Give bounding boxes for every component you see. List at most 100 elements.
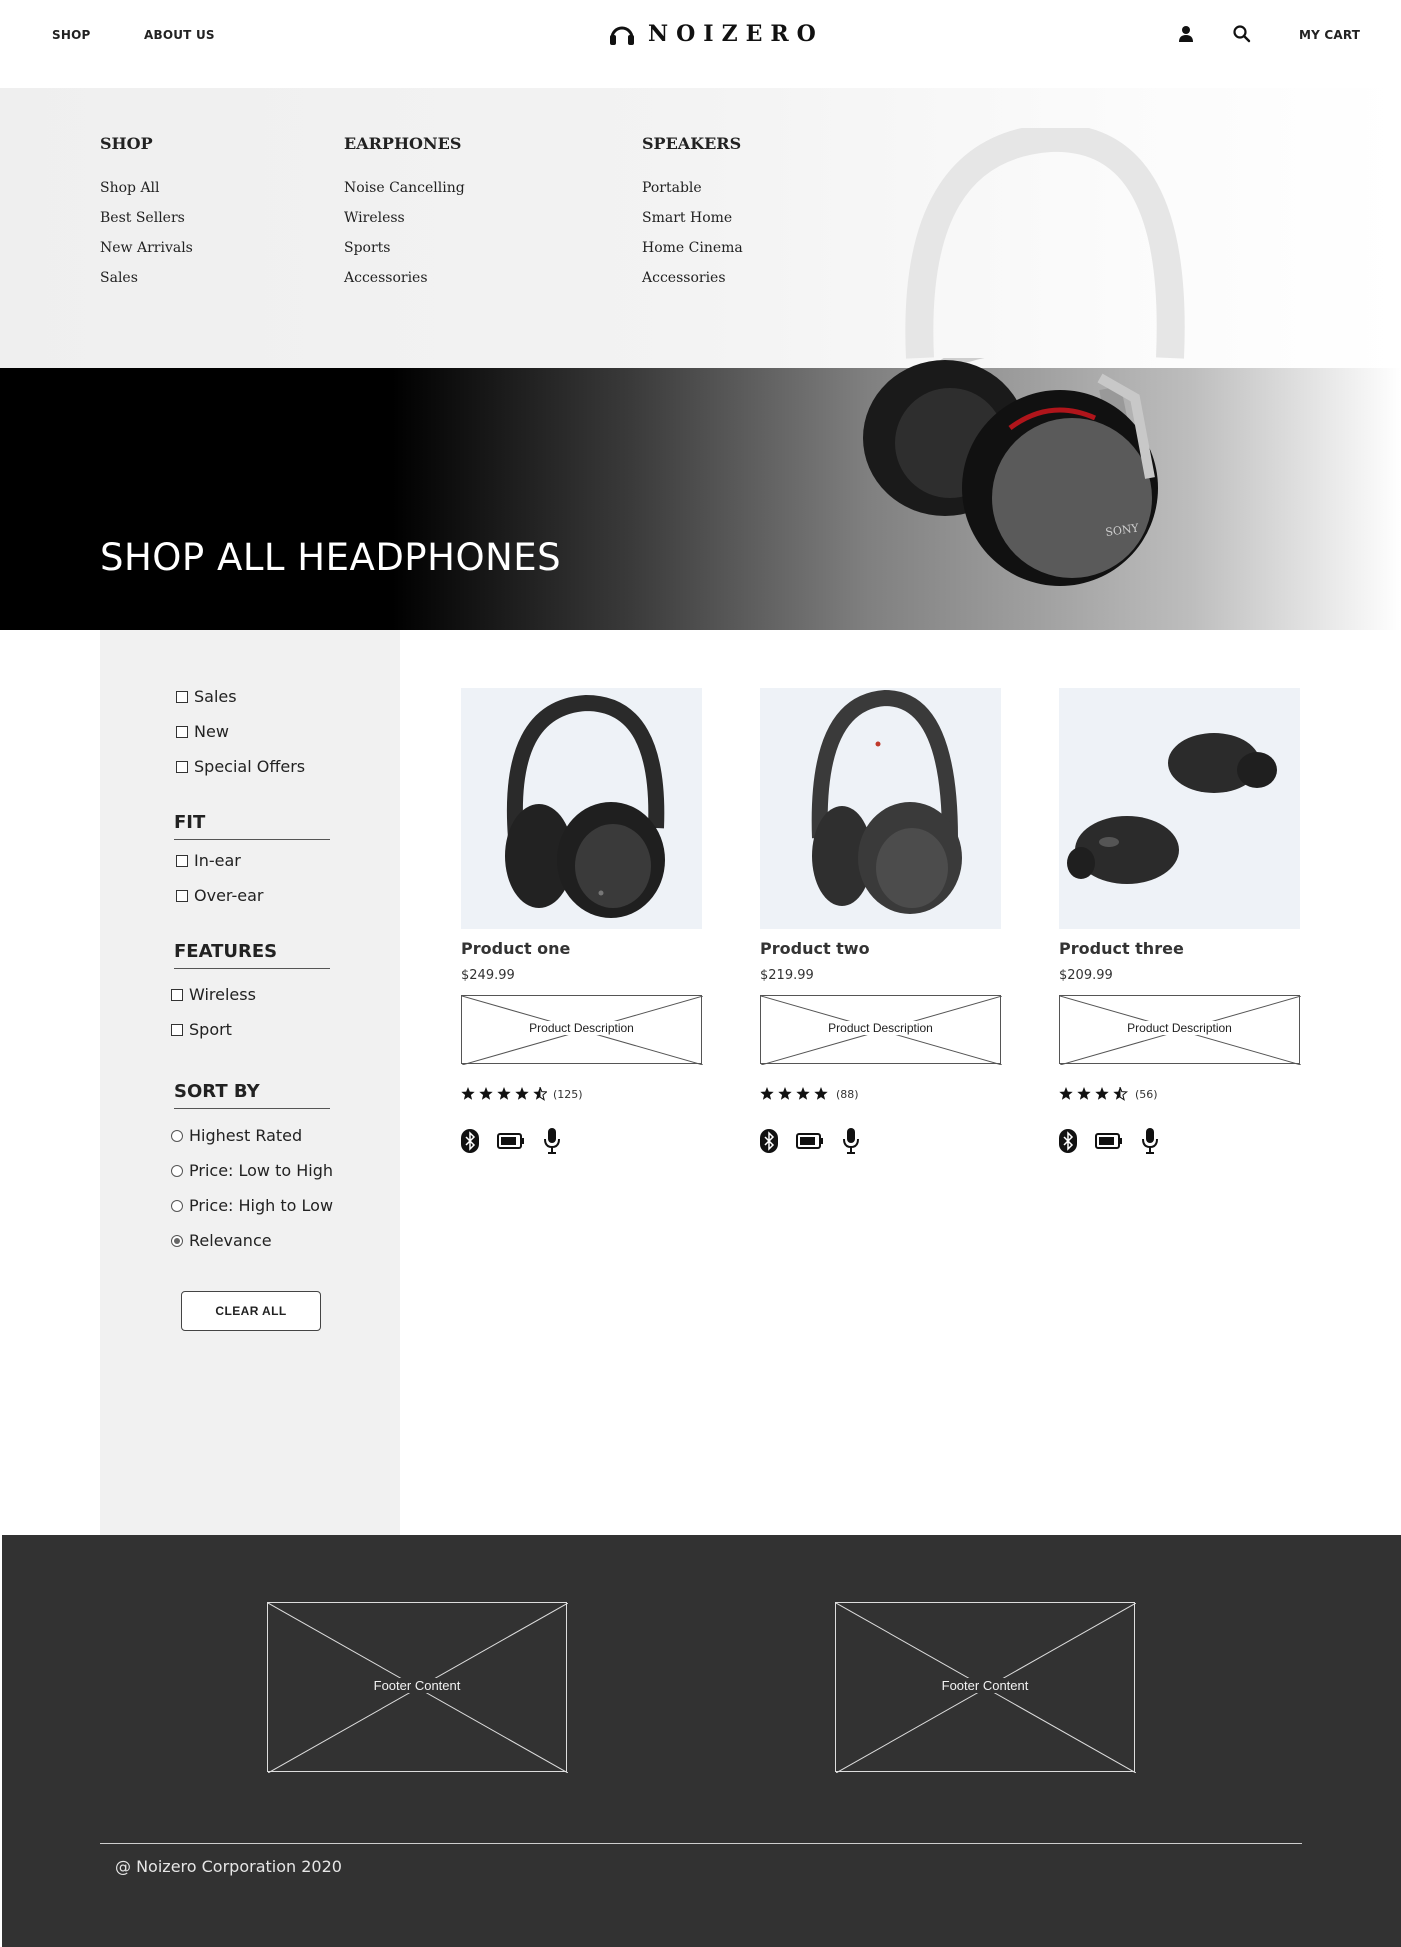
bluetooth-icon bbox=[461, 1129, 479, 1153]
clear-all-button[interactable]: CLEAR ALL bbox=[181, 1291, 321, 1331]
filter-in-ear[interactable]: In-ear bbox=[176, 851, 241, 870]
sort-relevance[interactable]: Relevance bbox=[171, 1231, 272, 1250]
microphone-icon bbox=[1142, 1128, 1158, 1154]
hero-title: SHOP ALL HEADPHONES bbox=[100, 536, 562, 579]
footer-content-label: Footer Content bbox=[370, 1678, 464, 1693]
filter-wireless[interactable]: Wireless bbox=[171, 985, 256, 1004]
sort-by-heading: SORT BY bbox=[174, 1081, 330, 1109]
mega-heading: SPEAKERS bbox=[642, 134, 742, 153]
my-cart-link[interactable]: MY CART bbox=[1299, 28, 1360, 42]
headphones-image bbox=[505, 694, 665, 918]
filter-label: Special Offers bbox=[194, 757, 306, 776]
product-name[interactable]: Product one bbox=[461, 939, 702, 958]
product-image[interactable] bbox=[1059, 688, 1300, 929]
checkbox[interactable] bbox=[176, 854, 188, 867]
mega-column-earphones: EARPHONES Noise Cancelling Wireless Spor… bbox=[344, 134, 465, 293]
sort-price-low-high[interactable]: Price: Low to High bbox=[171, 1161, 333, 1180]
rating: (56) bbox=[1059, 1086, 1300, 1102]
user-icon[interactable] bbox=[1176, 24, 1196, 44]
checkbox[interactable] bbox=[171, 988, 183, 1001]
filter-label: Wireless bbox=[189, 985, 256, 1004]
battery-icon bbox=[796, 1133, 823, 1149]
product-name[interactable]: Product two bbox=[760, 939, 1001, 958]
site-footer: Footer Content Footer Content @ Noizero … bbox=[2, 1535, 1401, 1947]
filter-label: Sport bbox=[189, 1020, 232, 1039]
review-count[interactable]: (125) bbox=[553, 1088, 583, 1101]
sort-highest-rated[interactable]: Highest Rated bbox=[171, 1126, 302, 1145]
feature-icons bbox=[1059, 1128, 1300, 1154]
nav-about-link[interactable]: ABOUT US bbox=[144, 28, 215, 42]
features-heading: FEATURES bbox=[174, 941, 330, 969]
mega-item-accessories[interactable]: Accessories bbox=[642, 263, 743, 293]
checkbox[interactable] bbox=[176, 690, 188, 703]
sort-price-high-low[interactable]: Price: High to Low bbox=[171, 1196, 333, 1215]
star-rating-icon bbox=[461, 1087, 547, 1101]
review-count[interactable]: (88) bbox=[836, 1088, 859, 1101]
mega-item-smart-home[interactable]: Smart Home bbox=[642, 203, 743, 233]
mega-item-sales[interactable]: Sales bbox=[100, 263, 193, 293]
mega-column-shop: SHOP Shop All Best Sellers New Arrivals … bbox=[100, 134, 193, 293]
product-price: $249.99 bbox=[461, 968, 515, 983]
headphones-image bbox=[811, 689, 962, 914]
mega-item-home-cinema[interactable]: Home Cinema bbox=[642, 233, 743, 263]
mega-menu: SHOP Shop All Best Sellers New Arrivals … bbox=[0, 88, 1401, 368]
feature-icons bbox=[760, 1128, 1001, 1154]
product-price: $209.99 bbox=[1059, 968, 1113, 983]
bluetooth-icon bbox=[1059, 1129, 1077, 1153]
battery-icon bbox=[1095, 1133, 1122, 1149]
filter-sport[interactable]: Sport bbox=[171, 1020, 232, 1039]
mega-heading: SHOP bbox=[100, 134, 153, 153]
bluetooth-icon bbox=[760, 1129, 778, 1153]
checkbox[interactable] bbox=[176, 725, 188, 738]
product-card[interactable]: Product three $209.99 Product Descriptio… bbox=[1059, 688, 1301, 1154]
mega-item-shop-all[interactable]: Shop All bbox=[100, 173, 193, 203]
mega-item-noise-cancelling[interactable]: Noise Cancelling bbox=[344, 173, 465, 203]
product-card[interactable]: Product one $249.99 Product Description … bbox=[461, 688, 703, 1154]
brand-logo[interactable]: NOIZERO bbox=[608, 20, 824, 48]
product-description-placeholder: Product Description bbox=[461, 995, 703, 1065]
product-description-placeholder: Product Description bbox=[760, 995, 1002, 1065]
product-image[interactable] bbox=[760, 688, 1001, 929]
mega-item-new-arrivals[interactable]: New Arrivals bbox=[100, 233, 193, 263]
checkbox[interactable] bbox=[171, 1023, 183, 1036]
checkbox[interactable] bbox=[176, 760, 188, 773]
footer-content-placeholder: Footer Content bbox=[835, 1602, 1136, 1773]
product-image[interactable] bbox=[461, 688, 702, 929]
site-header: SHOP ABOUT US NOIZERO MY CART bbox=[0, 0, 1401, 88]
mega-item-best-sellers[interactable]: Best Sellers bbox=[100, 203, 193, 233]
nav-shop-link[interactable]: SHOP bbox=[52, 28, 90, 42]
mega-item-wireless[interactable]: Wireless bbox=[344, 203, 465, 233]
star-rating-icon bbox=[760, 1087, 828, 1100]
fit-heading: FIT bbox=[174, 812, 330, 840]
mega-item-sports[interactable]: Sports bbox=[344, 233, 465, 263]
filter-sales[interactable]: Sales bbox=[176, 687, 237, 706]
radio-button[interactable] bbox=[171, 1164, 183, 1177]
feature-icons bbox=[461, 1128, 702, 1154]
footer-divider bbox=[100, 1843, 1302, 1844]
earbuds-image bbox=[1067, 733, 1277, 884]
search-icon[interactable] bbox=[1232, 24, 1252, 44]
product-card[interactable]: Product two $219.99 Product Description … bbox=[760, 688, 1002, 1154]
radio-button[interactable] bbox=[171, 1129, 183, 1142]
mega-item-portable[interactable]: Portable bbox=[642, 173, 743, 203]
product-name[interactable]: Product three bbox=[1059, 939, 1300, 958]
mega-item-accessories[interactable]: Accessories bbox=[344, 263, 465, 293]
filter-label: Over-ear bbox=[194, 886, 264, 905]
footer-content-placeholder: Footer Content bbox=[267, 1602, 568, 1773]
headphones-band-image bbox=[905, 128, 1185, 359]
filter-over-ear[interactable]: Over-ear bbox=[176, 886, 263, 905]
sort-label: Relevance bbox=[189, 1231, 272, 1250]
review-count[interactable]: (56) bbox=[1135, 1088, 1158, 1101]
product-description: Product Description bbox=[1125, 1021, 1234, 1035]
sort-label: Price: Low to High bbox=[189, 1161, 334, 1180]
filter-new[interactable]: New bbox=[176, 722, 229, 741]
filter-special-offers[interactable]: Special Offers bbox=[176, 757, 305, 776]
radio-button[interactable] bbox=[171, 1199, 183, 1212]
footer-content-label: Footer Content bbox=[938, 1678, 1032, 1693]
sort-label: Price: High to Low bbox=[189, 1196, 334, 1215]
radio-button-selected[interactable] bbox=[171, 1234, 183, 1247]
microphone-icon bbox=[843, 1128, 859, 1154]
checkbox[interactable] bbox=[176, 889, 188, 902]
filter-label: New bbox=[194, 722, 229, 741]
product-description: Product Description bbox=[826, 1021, 935, 1035]
